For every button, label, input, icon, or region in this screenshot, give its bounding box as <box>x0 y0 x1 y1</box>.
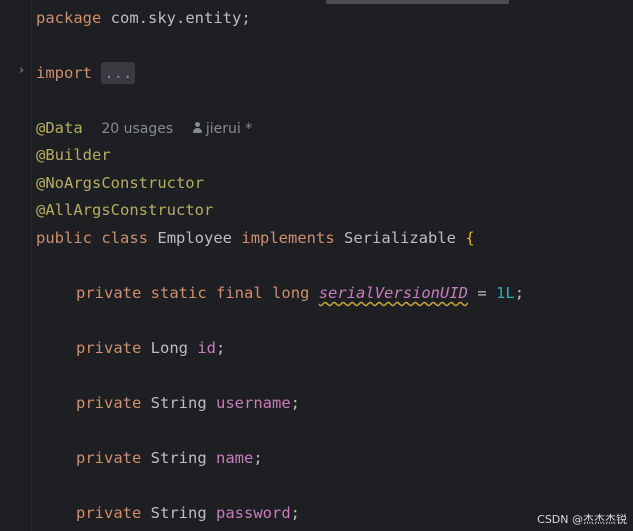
author-hint[interactable]: jierui * <box>192 121 252 137</box>
folded-imports-placeholder[interactable]: ... <box>101 62 136 84</box>
annotation-data-line[interactable]: @Data 20 usages jierui * <box>36 117 252 139</box>
field-name: id <box>197 339 217 357</box>
statement-end: ; <box>290 394 301 412</box>
statement-end: ; <box>216 339 226 357</box>
package-name: com.sky.entity; <box>110 9 251 27</box>
field-type: String <box>150 449 207 467</box>
horizontal-scrollbar-thumb[interactable] <box>326 0 509 4</box>
field-modifier: private <box>76 339 142 357</box>
statement-end: ; <box>290 504 301 522</box>
field-type: Long <box>150 339 188 357</box>
field-password[interactable]: private String password; <box>76 502 300 524</box>
class-keyword: class <box>101 229 149 247</box>
public-keyword: public <box>36 229 92 247</box>
statement-end: ; <box>514 284 525 302</box>
person-icon <box>192 122 202 134</box>
long-keyword: long <box>272 284 310 302</box>
field-type: String <box>150 394 207 412</box>
annotation-builder[interactable]: @Builder <box>36 144 111 166</box>
statement-end: ; <box>253 449 263 467</box>
chevron-right-icon[interactable]: › <box>19 63 29 79</box>
usages-hint[interactable]: 20 usages <box>101 121 173 137</box>
import-block[interactable]: import ... <box>36 62 136 84</box>
annotation-all-args-constructor[interactable]: @AllArgsConstructor <box>36 199 213 221</box>
annotation-data: @Data <box>36 119 83 137</box>
author-name: jierui * <box>205 121 253 137</box>
serial-version-field[interactable]: private static final long serialVersionU… <box>76 282 524 304</box>
annotation-no-args-constructor[interactable]: @NoArgsConstructor <box>36 172 204 194</box>
assign-operator: = <box>477 284 487 302</box>
field-modifier: private <box>76 449 142 467</box>
class-name: Employee <box>157 229 233 247</box>
field-username[interactable]: private String username; <box>76 392 300 414</box>
interface-name: Serializable <box>344 229 457 247</box>
field-id[interactable]: private Long id; <box>76 337 225 359</box>
private-keyword: private <box>76 284 142 302</box>
class-declaration[interactable]: public class Employee implements Seriali… <box>36 227 475 249</box>
field-name: name <box>216 449 254 467</box>
package-declaration[interactable]: package com.sky.entity; <box>36 7 251 29</box>
import-keyword: import <box>36 64 92 82</box>
gutter-divider <box>31 0 32 531</box>
final-keyword: final <box>216 284 263 302</box>
static-keyword: static <box>150 284 207 302</box>
open-brace: { <box>465 229 475 247</box>
field-name: password <box>216 504 291 522</box>
code-editor[interactable]: package com.sky.entity; › import ... @Da… <box>0 0 633 531</box>
field-modifier: private <box>76 394 142 412</box>
serial-version-uid-name: serialVersionUID <box>318 284 469 302</box>
implements-keyword: implements <box>241 229 335 247</box>
field-name-line[interactable]: private String name; <box>76 447 263 469</box>
serial-version-value: 1L <box>496 284 515 302</box>
package-keyword: package <box>36 9 102 27</box>
watermark: CSDN @杰杰杰锐 <box>537 513 627 526</box>
field-name: username <box>216 394 291 412</box>
field-type: String <box>150 504 207 522</box>
field-modifier: private <box>76 504 142 522</box>
